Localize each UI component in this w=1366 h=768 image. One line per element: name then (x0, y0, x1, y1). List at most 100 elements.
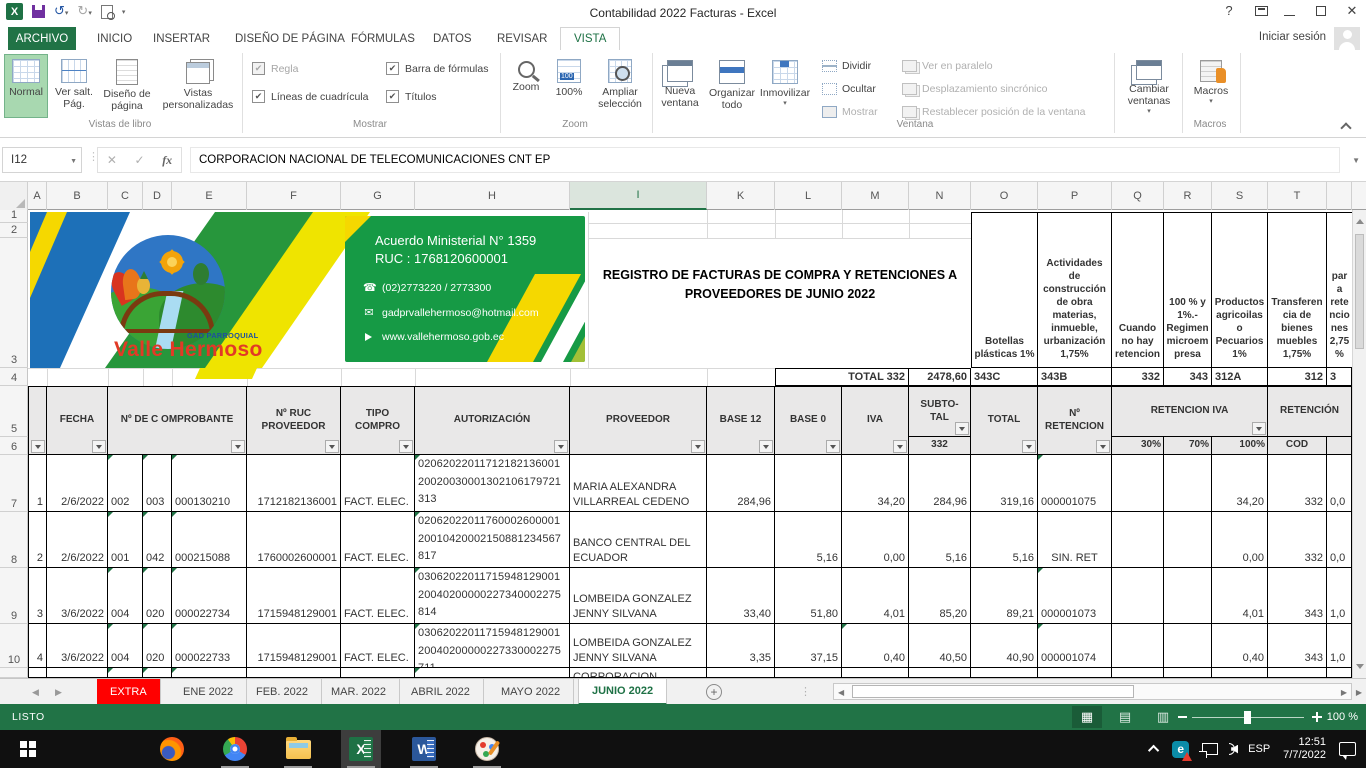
taskbar-paint[interactable] (467, 730, 507, 768)
cell-ruc[interactable]: 1715948129001 (247, 624, 341, 668)
column-header[interactable]: M (842, 182, 909, 210)
cell[interactable]: 020 (143, 624, 172, 668)
row-header[interactable]: 4 (0, 368, 28, 386)
cell[interactable] (1164, 568, 1212, 624)
cell[interactable]: 2 (28, 512, 47, 568)
column-header[interactable]: D (143, 182, 172, 210)
tray-expand-icon[interactable] (1148, 745, 1159, 756)
cell[interactable] (143, 668, 172, 678)
cell-total-332[interactable]: 2478,60 (909, 368, 971, 386)
column-header[interactable]: O (971, 182, 1038, 210)
cell-autorizacion[interactable]: 0306202201171594812900120040200000227340… (415, 568, 570, 624)
filter-icon[interactable] (92, 440, 106, 453)
sheet-tab-feb[interactable]: FEB. 2022 (243, 679, 322, 705)
cell-ruc[interactable]: 1712182136001 (247, 455, 341, 512)
cell-proveedor[interactable]: MARIA ALEXANDRA VILLARREAL CEDENO (570, 455, 707, 512)
header-iva[interactable]: IVA (842, 386, 909, 455)
header-subtotal-code[interactable]: 332 (909, 437, 971, 455)
cell[interactable]: 042 (143, 512, 172, 568)
column-header[interactable]: E (172, 182, 247, 210)
zoom-out-icon[interactable] (1178, 716, 1187, 718)
header-blank[interactable] (28, 386, 47, 455)
cell[interactable]: 40,90 (971, 624, 1038, 668)
cell[interactable] (775, 455, 842, 512)
tab-formulas[interactable]: FÓRMULAS (338, 27, 428, 50)
column-header[interactable]: S (1212, 182, 1268, 210)
sheet-tab-mar[interactable]: MAR. 2022 (318, 679, 400, 705)
cell[interactable]: 000130210 (172, 455, 247, 512)
tall-header-partial[interactable]: para retenciones 2,75% (1327, 212, 1352, 368)
close-icon[interactable]: ✕ (1342, 2, 1362, 20)
cell-proveedor[interactable]: CORPORACION (570, 668, 707, 678)
row-header[interactable]: 7 (0, 455, 28, 512)
hide-button[interactable]: Ocultar (822, 83, 876, 95)
cell[interactable] (1212, 668, 1268, 678)
zoom-slider-thumb[interactable] (1244, 711, 1251, 724)
row-header[interactable]: 1 (0, 210, 28, 223)
user-avatar[interactable] (1334, 27, 1360, 50)
tall-header-botellas[interactable]: Botellas plásticas 1% (971, 212, 1038, 368)
column-header[interactable]: B (47, 182, 108, 210)
page-layout-view-icon[interactable]: ▤ (1110, 706, 1140, 728)
cell-fecha[interactable]: 2/6/2022 (47, 455, 108, 512)
taskbar-excel-active[interactable]: X (341, 730, 381, 768)
cell-tipo[interactable]: FACT. ELEC. (341, 568, 415, 624)
insert-function-icon[interactable]: fx (162, 153, 172, 168)
cell[interactable] (247, 668, 341, 678)
column-header[interactable]: G (341, 182, 415, 210)
cell[interactable]: 40,50 (909, 624, 971, 668)
cell[interactable] (1164, 668, 1212, 678)
cell[interactable] (909, 668, 971, 678)
cell[interactable]: 001 (108, 512, 143, 568)
filter-icon[interactable] (955, 422, 969, 435)
taskbar-explorer[interactable] (278, 730, 318, 768)
cell-fecha[interactable]: 3/6/2022 (47, 568, 108, 624)
cell[interactable] (842, 668, 909, 678)
cell-code[interactable]: 332 (1112, 368, 1164, 386)
help-icon[interactable]: ? (1219, 2, 1239, 20)
macros-button[interactable]: Macros ▾ (1186, 54, 1236, 118)
scroll-down-icon[interactable] (1356, 664, 1364, 669)
sheet-tab-junio-active[interactable]: JUNIO 2022 (578, 679, 667, 705)
cell-proveedor[interactable]: LOMBEIDA GONZALEZ JENNY SILVANA (570, 624, 707, 668)
cell[interactable]: 000022733 (172, 624, 247, 668)
filter-icon[interactable] (554, 440, 568, 453)
cell[interactable]: 3 (28, 568, 47, 624)
header-blank[interactable] (1327, 437, 1352, 455)
zoom-button[interactable]: Zoom (506, 54, 546, 118)
row-header[interactable]: 8 (0, 512, 28, 568)
tab-vista[interactable]: VISTA (560, 27, 620, 50)
column-header[interactable] (1327, 182, 1352, 210)
cell-autorizacion[interactable]: 0206202201171218213600120020030001302106… (415, 455, 570, 512)
cell-code[interactable]: 312 (1268, 368, 1327, 386)
cell[interactable] (47, 668, 108, 678)
cell[interactable]: 0,0 (1327, 512, 1352, 568)
cell-code[interactable]: 3 (1327, 368, 1352, 386)
sheet-tab-ene[interactable]: ENE 2022 (170, 679, 247, 705)
cell-tipo[interactable]: FACT. ELEC. (341, 512, 415, 568)
cancel-icon[interactable]: ✕ (107, 153, 117, 167)
scrollbar-thumb[interactable] (852, 685, 1134, 698)
checkbox-regla[interactable]: Regla (252, 62, 298, 75)
cell-proveedor[interactable]: BANCO CENTRAL DEL ECUADOR (570, 512, 707, 568)
cell-tipo[interactable]: FACT. ELEC. (341, 624, 415, 668)
header-tipo[interactable]: TIPO COMPRO (341, 386, 415, 455)
normal-view-icon[interactable]: ▦ (1072, 706, 1102, 728)
chevron-down-icon[interactable]: ▼ (70, 158, 77, 165)
header-base12[interactable]: BASE 12 (707, 386, 775, 455)
horizontal-scrollbar[interactable]: ◀ ▶ (833, 683, 1352, 700)
zoom-in-icon[interactable] (1312, 712, 1322, 722)
restore-icon[interactable] (1316, 6, 1326, 16)
sheet-nav-right-icon[interactable]: ▶ (55, 687, 62, 698)
cell[interactable]: 0,0 (1327, 455, 1352, 512)
clock[interactable]: 12:517/7/2022 (1283, 736, 1326, 762)
row-header[interactable]: 5 (0, 386, 28, 437)
ribbon-display-options-icon[interactable] (1255, 6, 1268, 16)
filter-icon[interactable] (31, 440, 45, 453)
name-box[interactable]: I12 ▼ (2, 147, 82, 173)
tab-datos[interactable]: DATOS (420, 27, 485, 50)
cell[interactable] (971, 668, 1038, 678)
formula-input[interactable]: CORPORACION NACIONAL DE TELECOMUNICACION… (190, 147, 1340, 173)
cell[interactable]: 000022734 (172, 568, 247, 624)
column-header[interactable]: C (108, 182, 143, 210)
